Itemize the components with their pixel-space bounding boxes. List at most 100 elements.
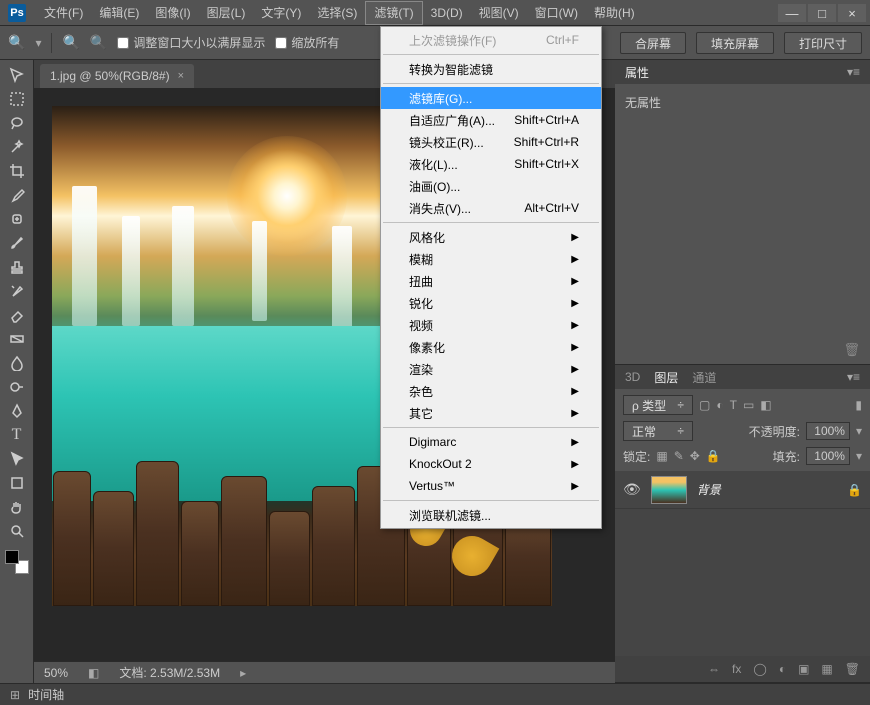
menu-item[interactable]: Vertus™▶ — [381, 475, 601, 497]
lock-all-icon[interactable]: 🔒 — [706, 449, 721, 463]
wand-tool[interactable] — [4, 136, 30, 158]
dodge-tool[interactable] — [4, 376, 30, 398]
lock-paint-icon[interactable]: ✎ — [674, 449, 684, 463]
menu-2[interactable]: 图像(I) — [147, 1, 198, 25]
filter-toggle[interactable]: ▮ — [855, 398, 862, 412]
delete-icon[interactable]: 🗑 — [845, 662, 860, 676]
menu-item[interactable]: 油画(O)... — [381, 175, 601, 197]
menu-item[interactable]: 风格化▶ — [381, 226, 601, 248]
menu-item[interactable]: 转换为智能滤镜 — [381, 58, 601, 80]
minimize-button[interactable]: — — [778, 4, 806, 22]
mask-icon[interactable]: ◯ — [753, 662, 766, 676]
maximize-button[interactable]: □ — [808, 4, 836, 22]
menu-item[interactable]: 杂色▶ — [381, 380, 601, 402]
hand-tool[interactable] — [4, 496, 30, 518]
menu-4[interactable]: 文字(Y) — [253, 1, 309, 25]
stamp-tool[interactable] — [4, 256, 30, 278]
panel-menu-icon[interactable]: ▾≡ — [847, 65, 860, 79]
zoom-in-icon[interactable]: 🔍 — [62, 34, 79, 51]
close-button[interactable]: × — [838, 4, 866, 22]
expand-icon[interactable]: ⊞ — [10, 688, 20, 702]
menu-item[interactable]: 像素化▶ — [381, 336, 601, 358]
path-select-tool[interactable] — [4, 448, 30, 470]
brush-tool[interactable] — [4, 232, 30, 254]
chevron-down-icon[interactable]: ▾ — [35, 36, 41, 50]
menu-8[interactable]: 视图(V) — [471, 1, 527, 25]
filter-adjust-icon[interactable]: ◐ — [716, 398, 723, 412]
trash-icon[interactable]: 🗑 — [843, 342, 860, 358]
menu-3[interactable]: 图层(L) — [199, 1, 254, 25]
close-tab-icon[interactable]: × — [178, 70, 184, 82]
status-arrow-icon[interactable]: ▸ — [240, 666, 246, 680]
filter-smart-icon[interactable]: ◧ — [760, 398, 771, 412]
menu-item[interactable]: 滤镜库(G)... — [381, 87, 601, 109]
layer-thumbnail[interactable] — [651, 476, 687, 504]
menu-1[interactable]: 编辑(E) — [91, 1, 147, 25]
fill-value[interactable]: 100% — [806, 447, 850, 465]
zoom-all-checkbox[interactable]: 缩放所有 — [275, 34, 339, 51]
menu-item[interactable]: 扭曲▶ — [381, 270, 601, 292]
menu-item[interactable]: KnockOut 2▶ — [381, 453, 601, 475]
link-icon[interactable]: ⇔ — [708, 662, 720, 676]
menu-item[interactable]: 锐化▶ — [381, 292, 601, 314]
tab-layers[interactable]: 图层 — [654, 369, 678, 386]
menu-0[interactable]: 文件(F) — [36, 1, 91, 25]
blend-mode-select[interactable]: 正常÷ — [623, 421, 693, 441]
marquee-tool[interactable] — [4, 88, 30, 110]
filter-image-icon[interactable]: ▢ — [699, 398, 710, 412]
properties-tab[interactable]: 属性 — [625, 64, 649, 81]
opacity-value[interactable]: 100% — [806, 422, 850, 440]
document-tab[interactable]: 1.jpg @ 50%(RGB/8#) × — [40, 64, 194, 88]
healing-tool[interactable] — [4, 208, 30, 230]
menu-item[interactable]: 浏览联机滤镜... — [381, 504, 601, 526]
menu-6[interactable]: 滤镜(T) — [365, 1, 422, 25]
pen-tool[interactable] — [4, 400, 30, 422]
menu-item[interactable]: 消失点(V)...Alt+Ctrl+V — [381, 197, 601, 219]
tab-3d[interactable]: 3D — [625, 370, 640, 384]
tab-channels[interactable]: 通道 — [692, 369, 716, 386]
blur-tool[interactable] — [4, 352, 30, 374]
menu-item[interactable]: 其它▶ — [381, 402, 601, 424]
crop-tool[interactable] — [4, 160, 30, 182]
new-layer-icon[interactable]: ▦ — [821, 662, 832, 676]
menu-item[interactable]: 液化(L)...Shift+Ctrl+X — [381, 153, 601, 175]
menu-item[interactable]: 镜头校正(R)...Shift+Ctrl+R — [381, 131, 601, 153]
filter-type-icon[interactable]: T — [730, 398, 737, 412]
history-brush-tool[interactable] — [4, 280, 30, 302]
filter-shape-icon[interactable]: ▭ — [743, 398, 754, 412]
menu-10[interactable]: 帮助(H) — [586, 1, 643, 25]
adjustment-icon[interactable]: ◐ — [779, 662, 786, 676]
fit-screen-button[interactable]: 合屏幕 — [620, 32, 686, 54]
print-size-button[interactable]: 打印尺寸 — [784, 32, 862, 54]
shape-tool[interactable] — [4, 472, 30, 494]
layer-row[interactable]: 👁 背景 🔒 — [615, 471, 870, 509]
zoom-out-icon[interactable]: 🔍 — [90, 34, 107, 51]
menu-5[interactable]: 选择(S) — [309, 1, 365, 25]
eyedropper-tool[interactable] — [4, 184, 30, 206]
color-swatch[interactable] — [5, 550, 29, 574]
layer-name[interactable]: 背景 — [697, 481, 721, 498]
gradient-tool[interactable] — [4, 328, 30, 350]
resize-window-checkbox[interactable]: 调整窗口大小以满屏显示 — [117, 34, 265, 51]
menu-item[interactable]: 渲染▶ — [381, 358, 601, 380]
panel-menu-icon[interactable]: ▾≡ — [847, 370, 860, 384]
type-tool[interactable]: T — [4, 424, 30, 446]
menu-item[interactable]: 模糊▶ — [381, 248, 601, 270]
timeline-panel[interactable]: ⊞ 时间轴 — [0, 683, 870, 705]
layer-filter-select[interactable]: ρ 类型÷ — [623, 395, 693, 415]
visibility-icon[interactable]: 👁 — [623, 481, 641, 498]
lock-pixels-icon[interactable]: ▦ — [656, 449, 667, 463]
fill-screen-button[interactable]: 填充屏幕 — [696, 32, 774, 54]
eraser-tool[interactable] — [4, 304, 30, 326]
lock-move-icon[interactable]: ✥ — [690, 449, 700, 463]
lasso-tool[interactable] — [4, 112, 30, 134]
zoom-level[interactable]: 50% — [44, 666, 68, 680]
menu-item[interactable]: 自适应广角(A)...Shift+Ctrl+A — [381, 109, 601, 131]
menu-7[interactable]: 3D(D) — [423, 1, 471, 25]
fx-icon[interactable]: fx — [732, 662, 741, 676]
folder-icon[interactable]: ▣ — [798, 662, 809, 676]
menu-item[interactable]: 视频▶ — [381, 314, 601, 336]
move-tool[interactable] — [4, 64, 30, 86]
menu-item[interactable]: Digimarc▶ — [381, 431, 601, 453]
menu-9[interactable]: 窗口(W) — [527, 1, 586, 25]
